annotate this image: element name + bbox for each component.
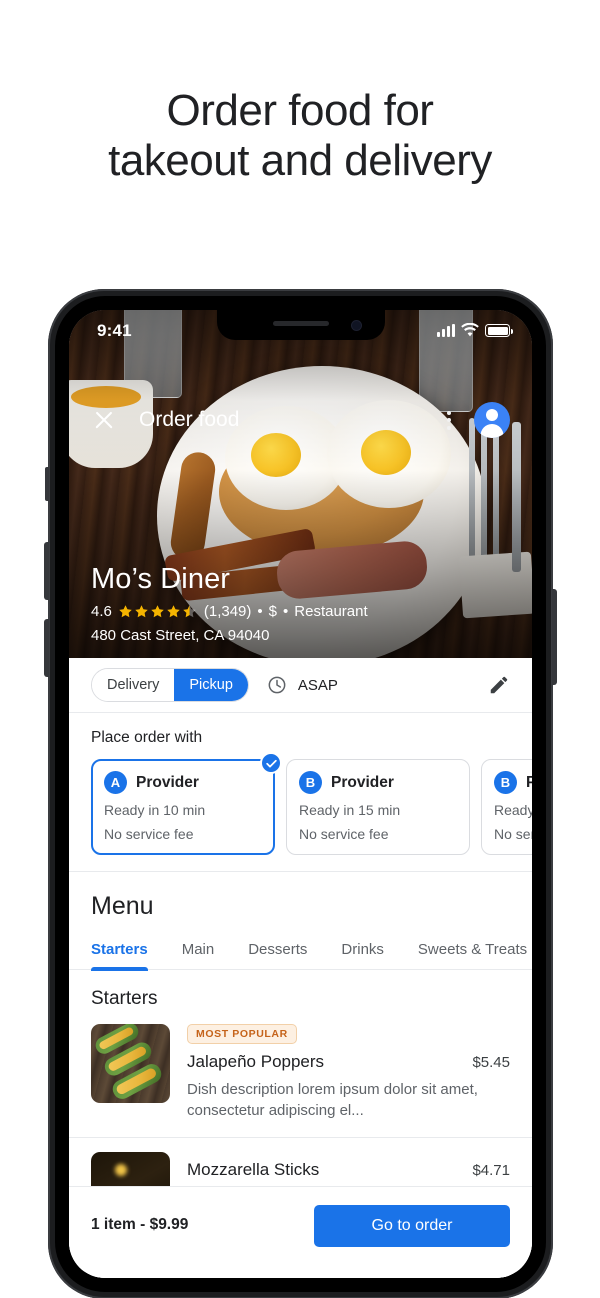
meta-separator: • (257, 603, 263, 620)
provider-name: Provider (526, 773, 532, 791)
mute-switch-button[interactable] (45, 467, 49, 501)
star-rating (118, 604, 197, 619)
jalapeno-poppers-thumbnail (91, 1024, 170, 1103)
status-bar: 9:41 (69, 310, 532, 354)
delivery-toggle-button[interactable]: Delivery (92, 669, 175, 701)
menu-header: Menu (69, 872, 532, 921)
menu-title: Menu (91, 892, 154, 920)
star-half-icon (183, 605, 196, 618)
clock-icon[interactable] (267, 675, 287, 695)
provider-initial-badge: B (299, 771, 322, 794)
menu-item-description: Dish description lorem ipsum dolor sit a… (187, 1081, 478, 1119)
provider-card-a[interactable]: A Provider Ready in 10 min No service fe… (91, 752, 282, 855)
cellular-signal-icon (437, 324, 455, 337)
menu-item-price: $5.45 (472, 1054, 510, 1071)
provider-card-b2[interactable]: B Provider Ready in 15 min No service fe… (481, 759, 532, 855)
most-popular-badge: MOST POPULAR (187, 1024, 297, 1044)
provider-header: B Provider (299, 771, 457, 794)
provider-initial-badge: A (104, 771, 127, 794)
review-count: (1,349) (203, 603, 252, 620)
status-bar-indicators (437, 323, 513, 337)
provider-ready-time: Ready in 15 min (494, 802, 532, 818)
meta-separator: • (283, 603, 289, 620)
menu-item-name: Mozzarella Sticks (187, 1160, 320, 1179)
phone-screen: Mo’s Diner 4.6 (1,349) • $ • Restaurant … (69, 310, 532, 1278)
phone-mockup: Mo’s Diner 4.6 (1,349) • $ • Restaurant … (44, 289, 557, 1298)
volume-down-button[interactable] (44, 619, 49, 677)
pickup-time-label[interactable]: ASAP (298, 677, 338, 694)
menu-tabs[interactable]: Starters Main Desserts Drinks Sweets & T… (69, 941, 532, 971)
menu-item-name: Jalapeño Poppers (187, 1052, 325, 1071)
account-avatar-icon[interactable] (474, 402, 510, 438)
headline-line-1: Order food for (166, 86, 434, 135)
more-vert-icon[interactable] (438, 407, 460, 433)
status-bar-time: 9:41 (97, 321, 132, 340)
power-button[interactable] (552, 589, 557, 685)
menu-item-body: MOST POPULAR Jalapeño Poppers $5.45 Dish… (187, 1024, 510, 1121)
app-bar-title: Order food (139, 408, 240, 431)
provider-service-fee: No service fee (299, 826, 389, 842)
go-to-order-button[interactable]: Go to order (314, 1205, 510, 1247)
provider-service-fee: No service fee (104, 826, 194, 842)
tab-starters[interactable]: Starters (91, 941, 148, 971)
app-bar: Order food (69, 396, 532, 444)
page-title: Order food for takeout and delivery (0, 86, 600, 186)
restaurant-meta: 4.6 (1,349) • $ • Restaurant (91, 603, 510, 620)
close-icon[interactable] (91, 407, 117, 433)
menu-section-title: Starters (91, 988, 158, 1009)
price-level: $ (268, 603, 277, 620)
pickup-toggle-button[interactable]: Pickup (174, 669, 248, 701)
restaurant-category: Restaurant (294, 603, 368, 620)
provider-ready-time: Ready in 10 min (104, 802, 206, 818)
order-sheet: Delivery Pickup ASAP Place order with A … (69, 658, 532, 1278)
menu-item-row: Jalapeño Poppers $5.45 (187, 1052, 510, 1072)
provider-service-fee: No service fee (494, 826, 532, 842)
restaurant-hero-image: Mo’s Diner 4.6 (1,349) • $ • Restaurant … (69, 310, 532, 658)
providers-list[interactable]: A Provider Ready in 10 min No service fe… (91, 752, 532, 855)
star-filled-icon (151, 605, 164, 618)
pencil-edit-icon[interactable] (488, 674, 510, 696)
rating-value: 4.6 (91, 603, 112, 620)
provider-ready-time: Ready in 15 min (299, 802, 401, 818)
menu-item-price: $4.71 (472, 1162, 510, 1179)
providers-section: Place order with A Provider Ready in 10 … (69, 713, 532, 872)
provider-header: A Provider (104, 771, 262, 794)
page-root: Order food for takeout and delivery Mo’s… (0, 0, 600, 1298)
battery-full-icon (485, 324, 513, 337)
star-filled-icon (119, 605, 132, 618)
wifi-icon (461, 323, 479, 337)
provider-card-b1[interactable]: B Provider Ready in 15 min No service fe… (286, 759, 470, 855)
provider-name: Provider (136, 773, 199, 791)
fulfilment-row: Delivery Pickup ASAP (69, 658, 532, 713)
tab-drinks[interactable]: Drinks (341, 941, 384, 969)
menu-item-row: Mozzarella Sticks $4.71 (187, 1160, 510, 1180)
check-circle-icon (260, 752, 282, 774)
provider-initial-badge: B (494, 771, 517, 794)
providers-title: Place order with (91, 729, 203, 746)
star-filled-icon (135, 605, 148, 618)
restaurant-name: Mo’s Diner (91, 563, 231, 595)
tab-sweets-treats[interactable]: Sweets & Treats (418, 941, 527, 969)
star-filled-icon (167, 605, 180, 618)
headline-line-2: takeout and delivery (108, 136, 492, 185)
restaurant-info: Mo’s Diner 4.6 (1,349) • $ • Restaurant … (69, 563, 532, 658)
provider-header: B Provider (494, 771, 532, 794)
cart-bottom-bar: 1 item - $9.99 Go to order (69, 1186, 532, 1278)
cart-summary: 1 item - $9.99 (91, 1216, 189, 1233)
provider-name: Provider (331, 773, 394, 791)
tab-main[interactable]: Main (182, 941, 215, 969)
tab-desserts[interactable]: Desserts (248, 941, 307, 969)
restaurant-address: 480 Cast Street, CA 94040 (91, 627, 270, 644)
fulfilment-toggle: Delivery Pickup (91, 668, 249, 702)
volume-up-button[interactable] (44, 542, 49, 600)
menu-item-jalapeno-poppers[interactable]: MOST POPULAR Jalapeño Poppers $5.45 Dish… (69, 1010, 532, 1138)
